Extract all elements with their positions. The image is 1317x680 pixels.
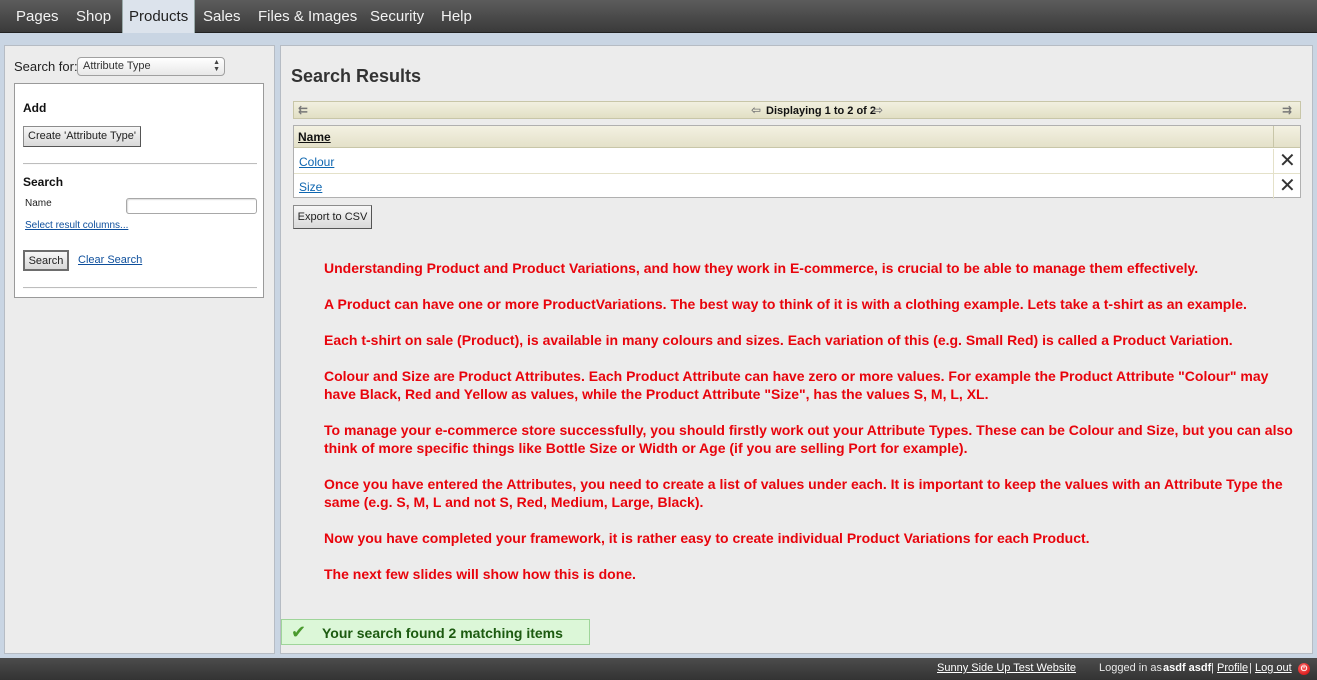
delete-icon[interactable]: ✕: [1279, 151, 1296, 171]
search-for-select[interactable]: Attribute Type ▲ ▼: [77, 57, 225, 76]
site-link[interactable]: Sunny Side Up Test Website: [937, 662, 1076, 674]
last-page-icon[interactable]: ⇉: [1282, 103, 1292, 117]
add-heading: Add: [23, 101, 47, 115]
name-label: Name: [25, 198, 52, 209]
column-separator: [1273, 126, 1274, 148]
next-page-icon[interactable]: ⇨: [873, 103, 883, 117]
pagination-text: Displaying 1 to 2 of 2: [766, 105, 877, 117]
column-header-name[interactable]: Name: [298, 130, 331, 144]
name-input[interactable]: [126, 198, 257, 214]
tab-pages[interactable]: Pages: [10, 0, 65, 33]
create-attribute-type-button[interactable]: Create 'Attribute Type': [23, 126, 141, 147]
help-text: Understanding Product and Product Variat…: [324, 259, 1299, 601]
tab-products[interactable]: Products: [122, 0, 196, 33]
prev-page-icon[interactable]: ⇦: [751, 103, 761, 117]
clear-search-link[interactable]: Clear Search: [78, 254, 142, 266]
pagination-bar: ⇇ ⇦ Displaying 1 to 2 of 2 ⇨ ⇉: [293, 101, 1301, 119]
delete-icon[interactable]: ✕: [1279, 176, 1296, 196]
footer: Sunny Side Up Test Website - Logged in a…: [0, 658, 1317, 680]
search-button[interactable]: Search: [23, 250, 69, 271]
status-text: Your search found 2 matching items: [322, 625, 563, 641]
table-row: Colour ✕: [294, 149, 1300, 174]
help-paragraph: To manage your e-commerce store successf…: [324, 422, 1293, 456]
help-paragraph: Now you have completed your framework, i…: [324, 530, 1090, 546]
tab-security[interactable]: Security: [364, 0, 430, 33]
check-icon: ✔: [291, 622, 307, 642]
tab-shop[interactable]: Shop: [70, 0, 117, 33]
top-navigation: Pages Shop Products Sales Files & Images…: [0, 0, 1317, 33]
help-paragraph: Understanding Product and Product Variat…: [324, 260, 1199, 276]
sort-arrows-icon: ▲ ▼: [213, 59, 220, 73]
table-header: Name: [294, 126, 1300, 148]
row-name-link[interactable]: Colour: [299, 155, 334, 169]
tab-help[interactable]: Help: [435, 0, 478, 33]
footer-separator: |: [1211, 662, 1214, 674]
help-paragraph: The next few slides will show how this i…: [324, 566, 636, 582]
help-paragraph: A Product can have one or more ProductVa…: [324, 296, 1247, 312]
search-heading: Search: [23, 175, 64, 189]
column-separator: [1273, 174, 1274, 199]
help-paragraph: Once you have entered the Attributes, yo…: [324, 476, 1283, 510]
footer-separator: -: [1072, 662, 1076, 674]
search-for-label: Search for:: [14, 59, 78, 74]
tab-files-images[interactable]: Files & Images: [252, 0, 363, 33]
divider: [23, 287, 257, 289]
help-paragraph: Each t-shirt on sale (Product), is avail…: [324, 332, 1233, 348]
tab-sales[interactable]: Sales: [197, 0, 247, 33]
row-name-link[interactable]: Size: [299, 180, 322, 194]
search-for-value: Attribute Type: [83, 60, 151, 72]
first-page-icon[interactable]: ⇇: [298, 103, 308, 117]
sidebar: Search for: Attribute Type ▲ ▼ Add Create…: [4, 45, 275, 654]
results-table: Name Colour ✕ Size ✕: [293, 125, 1301, 199]
status-message: ✔ Your search found 2 matching items: [281, 619, 590, 645]
page-title: Search Results: [291, 66, 422, 86]
logged-in-label: Logged in as: [1099, 662, 1162, 674]
main-content: Search Results ⇇ ⇦ Displaying 1 to 2 of …: [280, 45, 1313, 654]
profile-link[interactable]: Profile: [1217, 662, 1248, 674]
power-icon[interactable]: ⏻: [1298, 663, 1310, 675]
user-name: asdf asdf: [1163, 662, 1212, 674]
column-separator: [1273, 149, 1274, 174]
footer-separator: |: [1249, 662, 1252, 674]
logout-link[interactable]: Log out: [1255, 662, 1292, 674]
export-csv-button[interactable]: Export to CSV: [293, 205, 372, 229]
table-row: Size ✕: [294, 174, 1300, 199]
select-result-columns-link[interactable]: Select result columns...: [25, 220, 128, 231]
help-paragraph: Colour and Size are Product Attributes. …: [324, 368, 1269, 402]
add-search-box: Add Create 'Attribute Type' Search Name …: [14, 83, 264, 298]
divider: [23, 163, 257, 165]
